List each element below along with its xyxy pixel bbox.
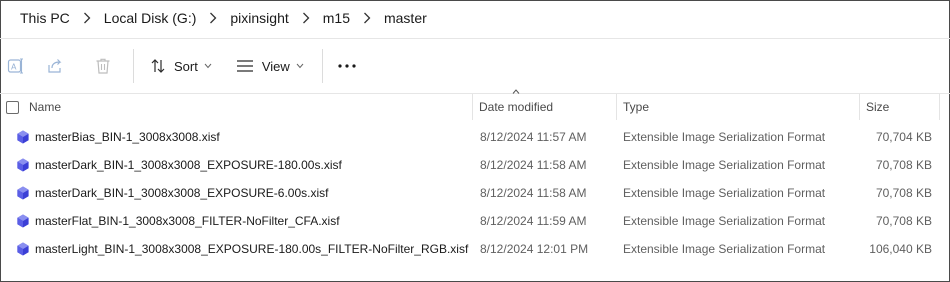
file-row[interactable]: masterLight_BIN-1_3008x3008_EXPOSURE-180… [0, 235, 948, 263]
view-button[interactable]: View [226, 48, 314, 84]
column-date-modified[interactable]: Date modified [479, 89, 554, 120]
file-date: 8/12/2024 12:01 PM [480, 242, 589, 256]
sort-label: Sort [174, 58, 198, 74]
command-bar: A Sort View [0, 38, 950, 94]
breadcrumb-m15[interactable]: m15 [315, 5, 358, 31]
file-row[interactable]: masterDark_BIN-1_3008x3008_EXPOSURE-180.… [0, 151, 948, 179]
file-date: 8/12/2024 11:58 AM [480, 158, 587, 172]
file-type: Extensible Image Serialization Format [623, 130, 826, 144]
file-row[interactable]: masterDark_BIN-1_3008x3008_EXPOSURE-6.00… [0, 179, 948, 207]
file-size: 70,708 KB [875, 186, 932, 200]
share-icon [48, 59, 62, 73]
rename-button[interactable]: A [1, 48, 31, 84]
delete-icon [96, 58, 110, 74]
chevron-right-icon[interactable] [297, 5, 315, 31]
delete-button[interactable] [79, 48, 127, 84]
column-header: Name Date modified Type Size [0, 89, 950, 120]
select-all-checkbox[interactable] [6, 94, 19, 120]
breadcrumb-local-disk[interactable]: Local Disk (G:) [96, 5, 205, 31]
chevron-right-icon[interactable] [78, 5, 96, 31]
file-date: 8/12/2024 11:57 AM [480, 130, 587, 144]
file-date: 8/12/2024 11:58 AM [480, 186, 587, 200]
xisf-file-icon [16, 235, 30, 263]
file-type: Extensible Image Serialization Format [623, 242, 826, 256]
file-date: 8/12/2024 11:59 AM [480, 214, 587, 228]
xisf-file-icon [16, 207, 30, 235]
file-size: 70,708 KB [875, 214, 932, 228]
xisf-file-icon [16, 123, 30, 151]
breadcrumb-pixinsight[interactable]: pixinsight [222, 5, 296, 31]
see-more-button[interactable] [329, 48, 365, 84]
file-row[interactable]: masterBias_BIN-1_3008x3008.xisf 8/12/2024… [0, 123, 948, 151]
toolbar-divider [321, 49, 323, 83]
column-size[interactable]: Size [866, 94, 889, 120]
sort-icon [151, 59, 165, 73]
rename-icon: A [7, 58, 23, 74]
svg-text:A: A [11, 63, 17, 72]
toolbar-divider [133, 49, 134, 83]
sort-button[interactable]: Sort [140, 48, 222, 84]
file-row[interactable]: masterFlat_BIN-1_3008x3008_FILTER-NoFilt… [0, 207, 948, 235]
column-divider[interactable] [472, 94, 473, 120]
xisf-file-icon [16, 179, 30, 207]
view-label: View [261, 58, 290, 74]
file-name: masterFlat_BIN-1_3008x3008_FILTER-NoFilt… [35, 214, 340, 228]
file-type: Extensible Image Serialization Format [623, 186, 826, 200]
file-type: Extensible Image Serialization Format [623, 158, 826, 172]
sort-ascending-icon [479, 89, 553, 94]
file-size: 70,704 KB [875, 130, 932, 144]
chevron-right-icon[interactable] [358, 5, 376, 31]
column-name[interactable]: Name [29, 94, 61, 120]
breadcrumb: This PC Local Disk (G:) pixinsight m15 m… [0, 0, 950, 36]
more-icon [338, 64, 356, 68]
column-type[interactable]: Type [623, 94, 649, 120]
column-date-label: Date modified [479, 100, 554, 114]
chevron-right-icon[interactable] [204, 5, 222, 31]
xisf-file-icon [16, 151, 30, 179]
share-button[interactable] [31, 48, 79, 84]
file-name: masterDark_BIN-1_3008x3008_EXPOSURE-180.… [35, 158, 342, 172]
breadcrumb-this-pc[interactable]: This PC [12, 5, 78, 31]
column-divider[interactable] [859, 94, 860, 120]
breadcrumb-master[interactable]: master [376, 5, 435, 31]
chevron-down-icon [204, 63, 212, 69]
file-name: masterDark_BIN-1_3008x3008_EXPOSURE-6.00… [35, 186, 329, 200]
file-type: Extensible Image Serialization Format [623, 214, 826, 228]
chevron-down-icon [296, 63, 304, 69]
file-size: 106,040 KB [869, 242, 932, 256]
file-name: masterBias_BIN-1_3008x3008.xisf [35, 130, 220, 144]
view-icon [236, 60, 253, 72]
column-divider[interactable] [616, 94, 617, 120]
file-size: 70,708 KB [875, 158, 932, 172]
file-name: masterLight_BIN-1_3008x3008_EXPOSURE-180… [35, 242, 469, 256]
column-divider[interactable] [939, 94, 940, 120]
